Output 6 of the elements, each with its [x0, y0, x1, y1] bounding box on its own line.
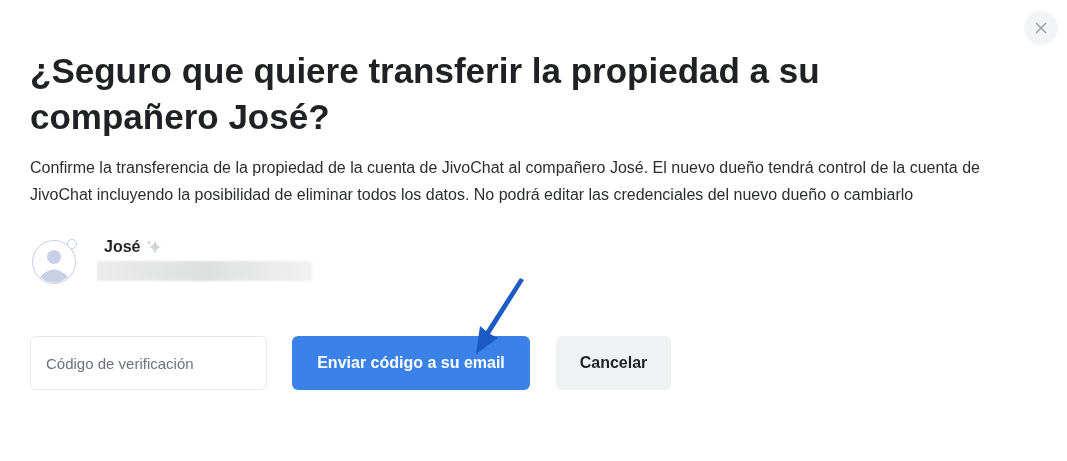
send-code-button[interactable]: Enviar código a su email	[292, 336, 530, 390]
user-name: José	[104, 237, 141, 257]
dialog-title: ¿Seguro que quiere transferir la propiedad a su compañero José?	[30, 50, 821, 138]
dialog-description: Confirme la transferencia de la propiedad de la cuenta de JivoChat al compañero José. El nuevo dueño tendrá control de la cuenta de JivoChat incluyendo la posibilidad de eliminar todos los datos. No podrá editar las credenciales del nuevo dueño o cambiarlo	[30, 158, 981, 205]
verification-code-field[interactable]: Código de verificación	[30, 336, 267, 390]
cancel-button[interactable]: Cancelar	[556, 336, 671, 390]
